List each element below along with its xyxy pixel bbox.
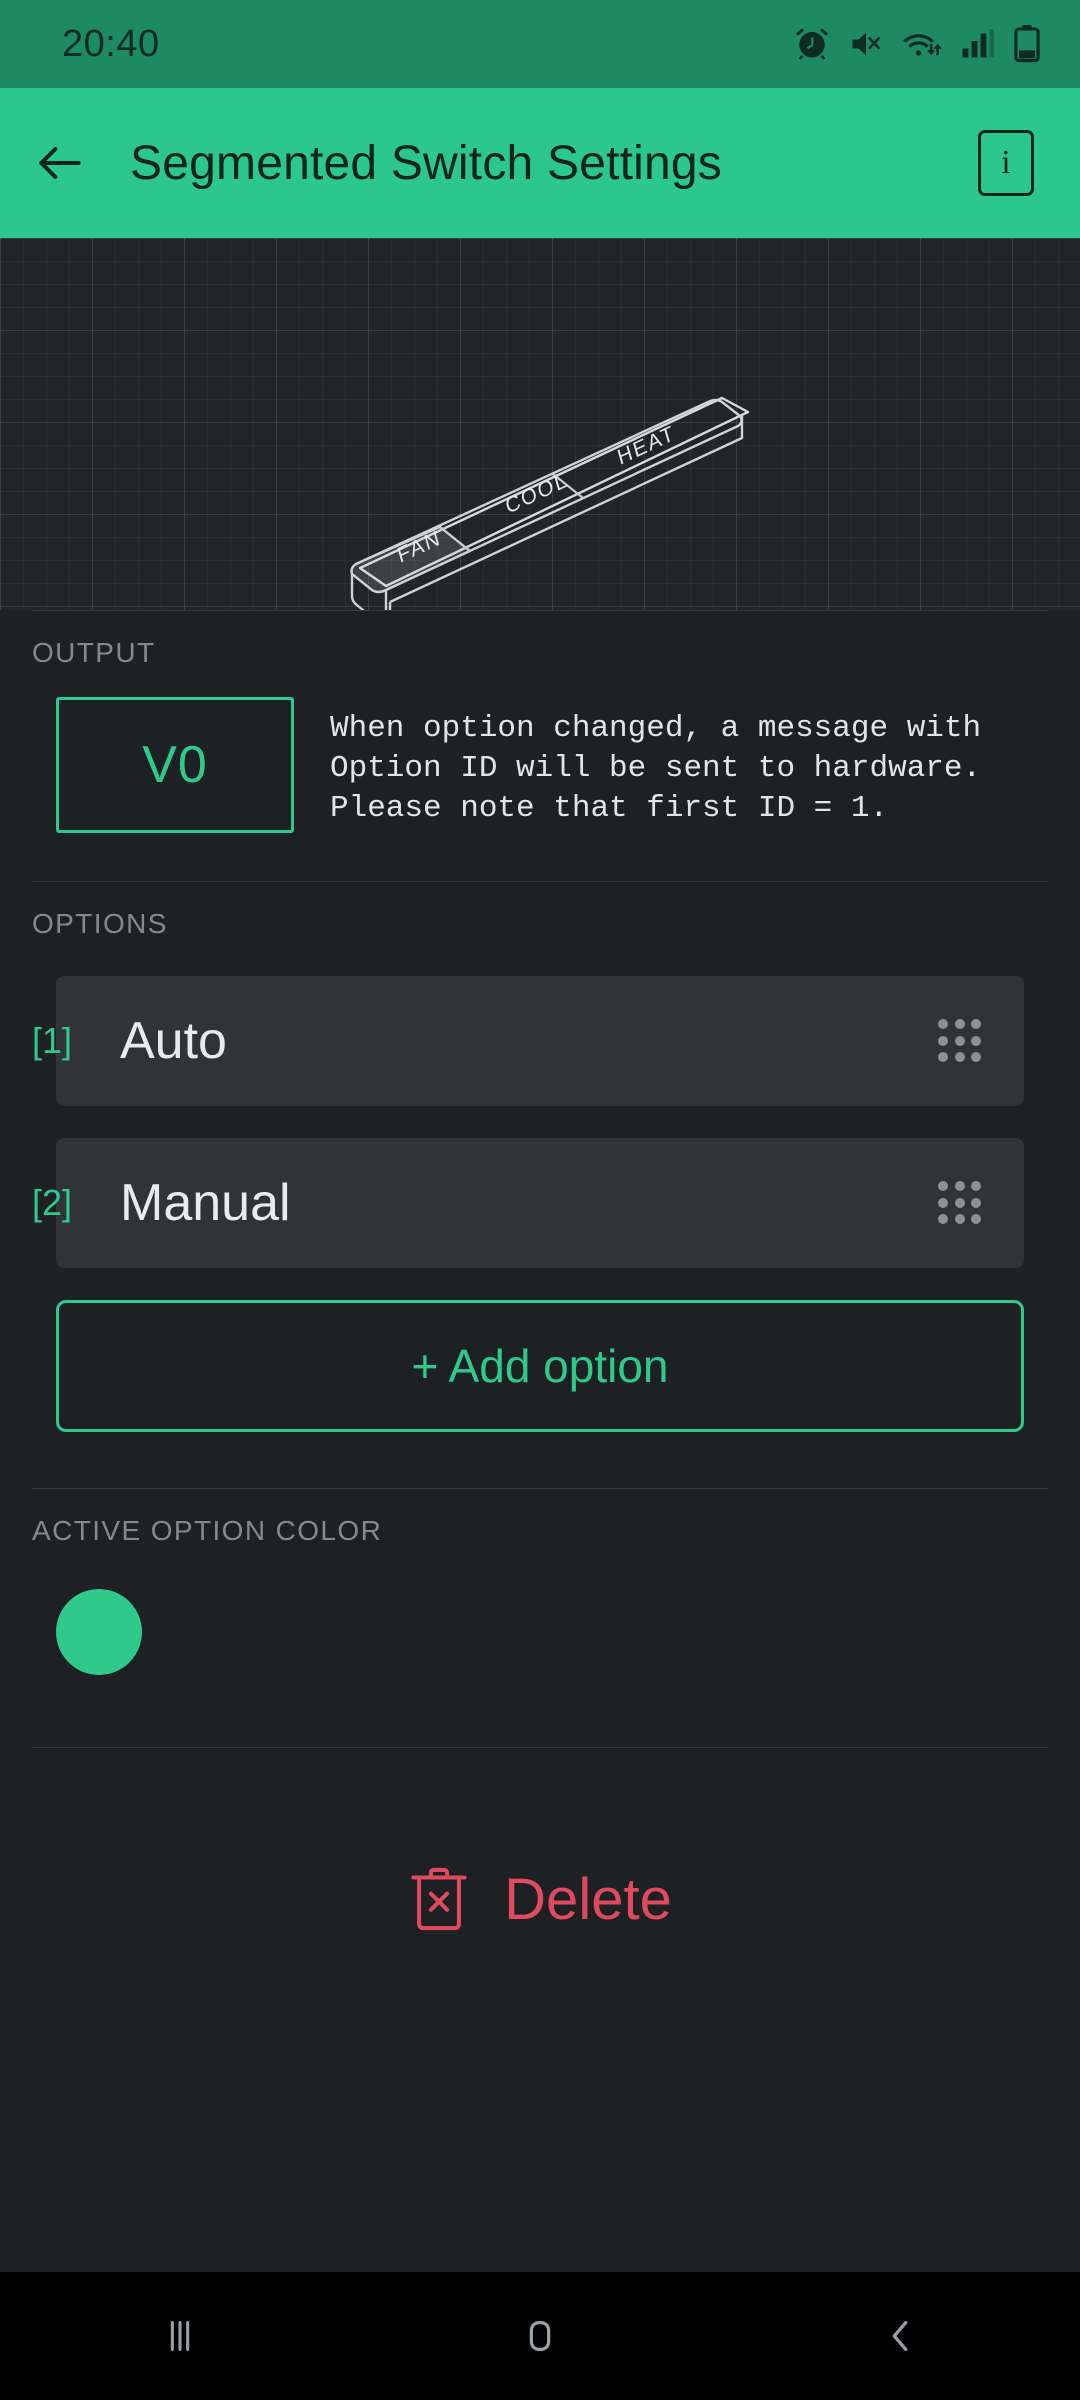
option-id: [2]: [32, 1182, 73, 1223]
section-label-output: OUTPUT: [32, 637, 156, 668]
section-label-options: OPTIONS: [32, 908, 168, 939]
status-clock: 20:40: [62, 22, 160, 65]
mute-icon: [852, 32, 881, 56]
output-pin-value: V0: [142, 736, 208, 794]
drag-handle-icon[interactable]: [938, 1181, 982, 1225]
status-bar: 20:40: [0, 0, 1080, 88]
option-label: Manual: [120, 1174, 291, 1232]
option-row[interactable]: [2] Manual: [32, 1138, 1024, 1268]
alarm-icon: [796, 28, 828, 60]
android-nav-bar: [0, 2272, 1080, 2400]
output-row: V0 When option changed, a message with O…: [0, 669, 1080, 833]
nav-recents-button[interactable]: [80, 2272, 280, 2400]
divider-delete: [32, 1747, 1048, 1748]
page-title: Segmented Switch Settings: [130, 136, 722, 190]
nav-home-button[interactable]: [440, 2272, 640, 2400]
settings-content: OUTPUT V0 When option changed, a message…: [0, 610, 1080, 1934]
segment-label-cool: COOL: [503, 468, 571, 519]
info-button[interactable]: i: [978, 130, 1034, 196]
options-list: [1] Auto [2] Manual + Add option: [0, 940, 1080, 1432]
status-icon-group: [794, 25, 1040, 63]
output-pin-button[interactable]: V0: [56, 697, 294, 833]
option-label: Auto: [120, 1012, 227, 1070]
delete-label: Delete: [504, 1866, 672, 1932]
delete-button[interactable]: Delete: [0, 1864, 1080, 1934]
app-screen: 20:40 Segmented Switch Settings i FAN CO…: [0, 0, 1080, 2400]
option-id: [1]: [32, 1020, 73, 1061]
arrow-left-icon: [39, 147, 81, 179]
trash-x-icon: [411, 1867, 467, 1931]
recents-icon: [170, 2321, 190, 2351]
app-bar: Segmented Switch Settings i: [0, 88, 1080, 238]
option-row[interactable]: [1] Auto: [32, 976, 1024, 1106]
home-icon: [529, 2320, 551, 2352]
back-chevron-icon: [892, 2320, 908, 2352]
segment-label-heat: HEAT: [615, 421, 678, 470]
widget-preview: FAN COOL HEAT: [0, 238, 1080, 610]
back-button[interactable]: [0, 88, 120, 238]
output-description: When option changed, a message with Opti…: [330, 711, 982, 826]
section-label-active-color: ACTIVE OPTION COLOR: [32, 1515, 383, 1546]
add-option-button[interactable]: + Add option: [56, 1300, 1024, 1432]
active-color-swatch[interactable]: [56, 1589, 142, 1675]
wifi-icon: [903, 34, 942, 56]
drag-handle-icon[interactable]: [938, 1019, 982, 1063]
isometric-switch-illustration: FAN COOL HEAT: [350, 396, 750, 610]
nav-back-button[interactable]: [800, 2272, 1000, 2400]
signal-icon: [962, 29, 994, 58]
battery-icon: [1014, 25, 1040, 63]
